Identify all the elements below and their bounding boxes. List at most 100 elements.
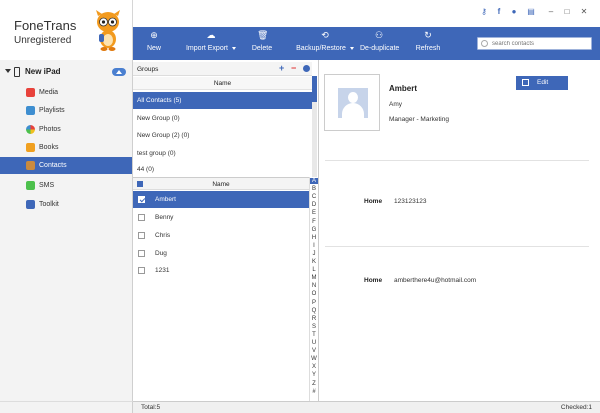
books-icon: [26, 143, 35, 152]
contact-row[interactable]: Ambert: [133, 191, 309, 208]
alphabet-letter[interactable]: D: [310, 202, 318, 208]
row-checkbox[interactable]: [138, 250, 145, 257]
sidebar-item-label: SMS: [39, 182, 55, 189]
checked-count: Checked:1: [560, 404, 592, 411]
contacts-column-header: Name: [133, 177, 309, 190]
alphabet-letter[interactable]: U: [310, 340, 318, 346]
contact-detail-panel: Ambert Amy Manager - Marketing Edit Home…: [318, 60, 600, 401]
trash-icon: 🗑: [257, 30, 269, 40]
key-icon[interactable]: ⚷: [480, 8, 488, 16]
sidebar-item-playlists[interactable]: Playlists: [0, 102, 132, 119]
row-checkbox[interactable]: [138, 232, 145, 239]
contact-row[interactable]: 1231: [133, 262, 309, 279]
alphabet-letter[interactable]: O: [310, 291, 318, 297]
group-item[interactable]: test group (0): [133, 145, 312, 162]
group-item[interactable]: New Group (0): [133, 110, 312, 127]
alphabet-letter[interactable]: C: [310, 194, 318, 200]
row-checkbox[interactable]: [138, 267, 145, 274]
group-item[interactable]: New Group (2) (0): [133, 127, 312, 144]
feedback-icon[interactable]: ▤: [527, 8, 535, 16]
tablet-icon: [14, 67, 20, 77]
alphabet-letter[interactable]: #: [310, 389, 318, 395]
status-bar: Total:5 Checked:1: [133, 401, 600, 413]
facebook-icon[interactable]: f: [495, 8, 503, 16]
refresh-button[interactable]: ↻ Refresh: [414, 30, 442, 58]
contact-row[interactable]: Chris: [133, 227, 309, 244]
sidebar-item-toolkit[interactable]: Toolkit: [0, 196, 132, 213]
alphabet-letter[interactable]: B: [310, 186, 318, 192]
playlist-icon: [26, 106, 35, 115]
backup-restore-button[interactable]: ⟲ Backup/Restore: [293, 30, 357, 58]
groups-column-header[interactable]: Name: [133, 77, 312, 90]
alphabet-letter[interactable]: M: [310, 275, 318, 281]
sidebar-footer: [0, 401, 133, 413]
sidebar-item-photos[interactable]: Photos: [0, 121, 132, 138]
alphabet-letter[interactable]: G: [310, 227, 318, 233]
alphabet-letter[interactable]: K: [310, 259, 318, 265]
sidebar-item-media[interactable]: Media: [0, 84, 132, 101]
alphabet-letter[interactable]: L: [310, 267, 318, 273]
alphabet-letter[interactable]: Z: [310, 381, 318, 387]
alphabet-letter[interactable]: V: [310, 348, 318, 354]
alphabet-letter[interactable]: T: [310, 332, 318, 338]
search-input[interactable]: [492, 39, 588, 49]
alphabet-letter[interactable]: A: [310, 178, 318, 184]
groups-header: Groups + −: [133, 62, 312, 76]
alphabet-letter[interactable]: X: [310, 364, 318, 370]
contact-row[interactable]: Benny: [133, 209, 309, 226]
delete-button[interactable]: 🗑 Delete: [249, 30, 275, 58]
minimize-icon[interactable]: –: [547, 8, 555, 16]
chat-icon[interactable]: ●: [510, 8, 518, 16]
device-row[interactable]: New iPad: [4, 66, 129, 80]
remove-group-minus-icon[interactable]: −: [291, 64, 296, 73]
alphabet-letter[interactable]: I: [310, 243, 318, 249]
photos-icon: [26, 125, 35, 134]
deduplicate-button[interactable]: ⚇ De-duplicate: [360, 30, 399, 58]
alphabet-letter[interactable]: W: [310, 356, 318, 362]
maximize-icon[interactable]: □: [563, 8, 571, 16]
add-group-plus-icon[interactable]: +: [279, 64, 284, 73]
contact-row[interactable]: Dug: [133, 245, 309, 262]
alphabet-letter[interactable]: P: [310, 300, 318, 306]
alphabet-letter[interactable]: E: [310, 210, 318, 216]
mascot-logo-icon: [96, 10, 120, 51]
alphabet-letter[interactable]: F: [310, 219, 318, 225]
plus-icon: ⊕: [150, 30, 158, 40]
divider: [325, 246, 589, 247]
row-checkbox[interactable]: [138, 214, 145, 221]
new-button[interactable]: ⊕ New: [143, 30, 165, 58]
restore-icon: ⟲: [321, 30, 329, 40]
field-label: Home: [364, 277, 383, 284]
collapse-arrow-icon[interactable]: [5, 69, 11, 73]
brand-panel: FoneTrans Unregistered: [0, 0, 133, 60]
sidebar-item-sms[interactable]: SMS: [0, 177, 132, 194]
sidebar: New iPad Media Playlists Photos Books Co…: [0, 60, 133, 401]
sidebar-item-contacts[interactable]: Contacts: [0, 157, 132, 174]
edit-button[interactable]: Edit: [516, 76, 568, 90]
app-name: FoneTrans: [14, 18, 77, 33]
scrollbar-thumb[interactable]: [312, 76, 317, 102]
contact-first-name: Amy: [389, 101, 402, 108]
alphabet-letter[interactable]: J: [310, 251, 318, 257]
eject-icon[interactable]: [112, 68, 126, 76]
group-item[interactable]: All Contacts (5): [133, 92, 312, 109]
alphabet-index: A B C D E F G H I J K L M N O P Q R S T U V W X Y Z #: [309, 177, 318, 401]
group-item[interactable]: 44 (0): [133, 161, 312, 178]
close-icon[interactable]: ✕: [580, 8, 588, 16]
alphabet-letter[interactable]: H: [310, 235, 318, 241]
row-checkbox[interactable]: [138, 196, 145, 203]
total-count: Total:5: [141, 404, 161, 411]
alphabet-letter[interactable]: R: [310, 316, 318, 322]
search-box[interactable]: [477, 37, 592, 50]
alphabet-letter[interactable]: N: [310, 283, 318, 289]
alphabet-letter[interactable]: S: [310, 324, 318, 330]
groups-scrollbar[interactable]: [312, 76, 317, 177]
email-value: amberthere4u@hotmail.com: [394, 277, 477, 284]
group-settings-icon[interactable]: [303, 65, 310, 72]
phone-value: 123123123: [394, 198, 427, 205]
contact-name: Ambert: [389, 84, 418, 93]
alphabet-letter[interactable]: Q: [310, 308, 318, 314]
sidebar-item-books[interactable]: Books: [0, 139, 132, 156]
alphabet-letter[interactable]: Y: [310, 372, 318, 378]
import-export-button[interactable]: ☁ Import Export: [183, 30, 239, 58]
